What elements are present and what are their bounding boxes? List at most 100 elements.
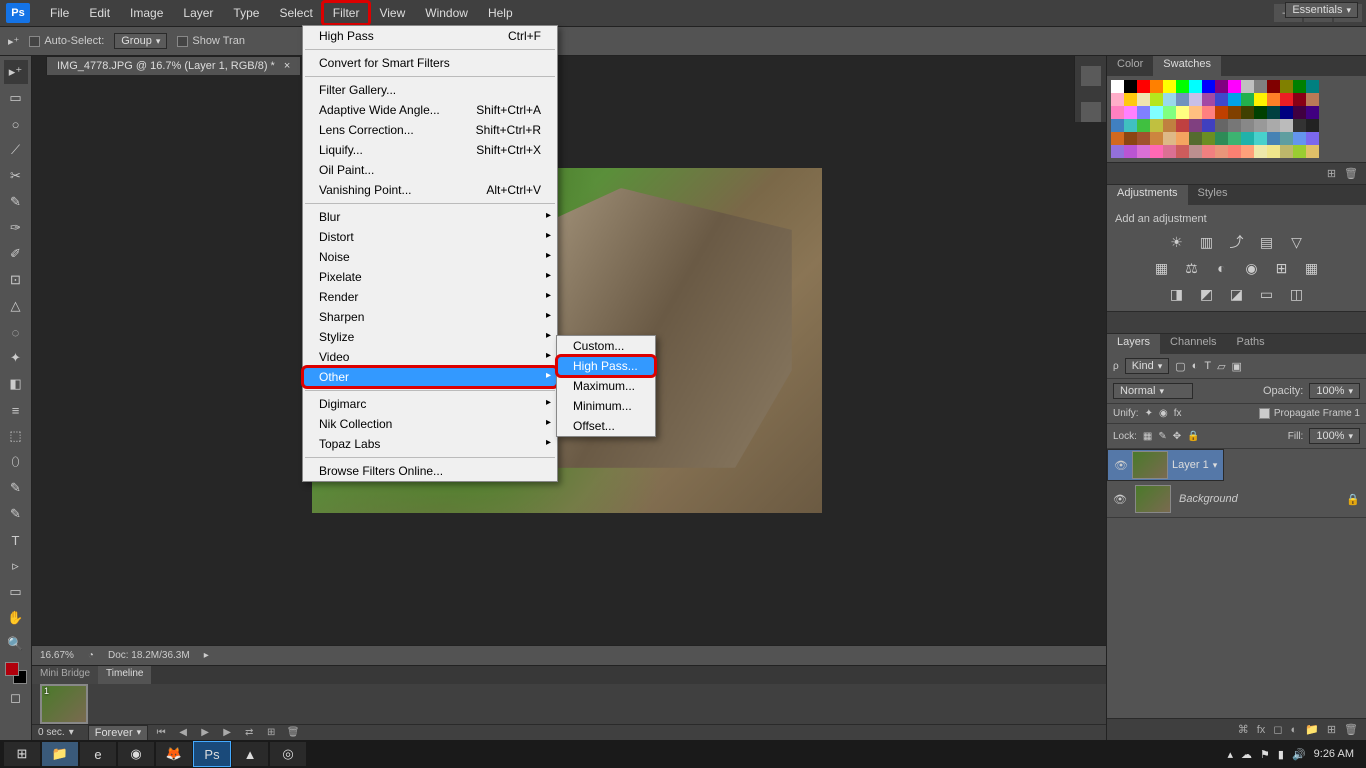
swatch[interactable]: [1176, 93, 1189, 106]
delete-frame-button[interactable]: 🗑: [284, 726, 302, 740]
actions-icon[interactable]: [1081, 102, 1101, 122]
tab-layers[interactable]: Layers: [1107, 334, 1160, 354]
swatch[interactable]: [1124, 106, 1137, 119]
auto-select-checkbox[interactable]: [29, 36, 40, 47]
menu-item-high-pass-[interactable]: High Pass...: [557, 356, 655, 376]
menu-item-render[interactable]: Render: [303, 287, 557, 307]
taskbar-ie[interactable]: e: [80, 742, 116, 766]
tab-paths[interactable]: Paths: [1227, 334, 1275, 354]
arrow-right-icon[interactable]: ▸: [204, 650, 209, 661]
layer-row[interactable]: 👁Layer 1: [1107, 449, 1224, 481]
swatch[interactable]: [1189, 106, 1202, 119]
swatch[interactable]: [1254, 106, 1267, 119]
photo-filter-icon[interactable]: ◉: [1242, 259, 1262, 277]
filter-shape-icon[interactable]: ▱: [1217, 360, 1225, 373]
lock-position-icon[interactable]: ✥: [1173, 431, 1181, 442]
swatch[interactable]: [1163, 119, 1176, 132]
tab-channels[interactable]: Channels: [1160, 334, 1226, 354]
menu-item-nik-collection[interactable]: Nik Collection: [303, 414, 557, 434]
zoom-level[interactable]: 16.67%: [40, 650, 74, 661]
menu-item-oil-paint-[interactable]: Oil Paint...: [303, 160, 557, 180]
layer-thumbnail[interactable]: [1132, 451, 1168, 479]
swatch[interactable]: [1124, 119, 1137, 132]
tool-0[interactable]: ▸⁺: [4, 60, 28, 84]
tool-7[interactable]: ✐: [4, 242, 28, 266]
timeline-frame[interactable]: 1: [40, 684, 88, 724]
tool-11[interactable]: ✦: [4, 346, 28, 370]
swatch[interactable]: [1111, 132, 1124, 145]
auto-select-type-select[interactable]: Group: [114, 33, 167, 49]
filter-kind-select[interactable]: Kind: [1125, 358, 1170, 374]
bw-icon[interactable]: ◐: [1212, 259, 1232, 277]
swatch[interactable]: [1267, 145, 1280, 158]
swatch[interactable]: [1241, 119, 1254, 132]
swatch[interactable]: [1163, 132, 1176, 145]
adjustment-layer-icon[interactable]: ◐: [1290, 724, 1297, 736]
swatch[interactable]: [1280, 132, 1293, 145]
tab-styles[interactable]: Styles: [1188, 185, 1238, 205]
swatch[interactable]: [1111, 80, 1124, 93]
menu-layer[interactable]: Layer: [173, 2, 223, 24]
new-frame-button[interactable]: ⊞: [262, 726, 280, 740]
group-icon[interactable]: 📁: [1305, 723, 1319, 736]
swatch[interactable]: [1215, 93, 1228, 106]
swatch[interactable]: [1202, 93, 1215, 106]
lookup-icon[interactable]: ▦: [1302, 259, 1322, 277]
menu-item-digimarc[interactable]: Digimarc: [303, 394, 557, 414]
frame-duration[interactable]: 0 sec.: [38, 727, 65, 738]
menu-item-sharpen[interactable]: Sharpen: [303, 307, 557, 327]
swatch[interactable]: [1189, 80, 1202, 93]
curves-icon[interactable]: ⤴: [1227, 233, 1247, 251]
swatch[interactable]: [1202, 145, 1215, 158]
swatch[interactable]: [1306, 145, 1319, 158]
swatch[interactable]: [1202, 119, 1215, 132]
tool-21[interactable]: ✋: [4, 606, 28, 630]
tool-19[interactable]: ▹: [4, 554, 28, 578]
swatch[interactable]: [1124, 145, 1137, 158]
swatch[interactable]: [1254, 132, 1267, 145]
menu-item-convert-for-smart-filters[interactable]: Convert for Smart Filters: [303, 53, 557, 73]
swatch[interactable]: [1202, 106, 1215, 119]
swatch[interactable]: [1215, 132, 1228, 145]
swatch[interactable]: [1111, 119, 1124, 132]
swatch[interactable]: [1163, 106, 1176, 119]
swatch[interactable]: [1267, 106, 1280, 119]
swatch[interactable]: [1176, 119, 1189, 132]
lock-transparent-icon[interactable]: ▦: [1143, 431, 1152, 442]
swatch[interactable]: [1228, 119, 1241, 132]
tool-6[interactable]: ✑: [4, 216, 28, 240]
swatch[interactable]: [1293, 145, 1306, 158]
tool-9[interactable]: △: [4, 294, 28, 318]
swatch[interactable]: [1137, 106, 1150, 119]
menu-file[interactable]: File: [40, 2, 79, 24]
swatch[interactable]: [1137, 145, 1150, 158]
swatch[interactable]: [1254, 93, 1267, 106]
menu-item-pixelate[interactable]: Pixelate: [303, 267, 557, 287]
color-picker[interactable]: [5, 662, 27, 684]
layer-row[interactable]: 👁Background🔒: [1107, 481, 1366, 518]
swatch[interactable]: [1241, 80, 1254, 93]
swatch[interactable]: [1267, 119, 1280, 132]
menu-window[interactable]: Window: [415, 2, 478, 24]
swatch[interactable]: [1306, 93, 1319, 106]
swatch[interactable]: [1163, 93, 1176, 106]
fill-input[interactable]: 100%: [1309, 428, 1360, 444]
close-tab-icon[interactable]: ×: [284, 60, 290, 72]
swatch[interactable]: [1267, 80, 1280, 93]
tool-5[interactable]: ✎: [4, 190, 28, 214]
swatch[interactable]: [1176, 80, 1189, 93]
first-frame-button[interactable]: ⏮: [152, 726, 170, 740]
swatch[interactable]: [1267, 93, 1280, 106]
next-frame-button[interactable]: ▶: [218, 726, 236, 740]
swatch[interactable]: [1202, 132, 1215, 145]
swatch[interactable]: [1137, 93, 1150, 106]
menu-item-lens-correction-[interactable]: Lens Correction...Shift+Ctrl+R: [303, 120, 557, 140]
tool-4[interactable]: ✂: [4, 164, 28, 188]
swatch[interactable]: [1241, 106, 1254, 119]
taskbar-photoshop[interactable]: Ps: [194, 742, 230, 766]
menu-item-high-pass[interactable]: High PassCtrl+F: [303, 26, 557, 46]
brightness-icon[interactable]: ☀: [1167, 233, 1187, 251]
tool-14[interactable]: ⬚: [4, 424, 28, 448]
tool-15[interactable]: ⬯: [4, 450, 28, 474]
menu-item-filter-gallery-[interactable]: Filter Gallery...: [303, 80, 557, 100]
